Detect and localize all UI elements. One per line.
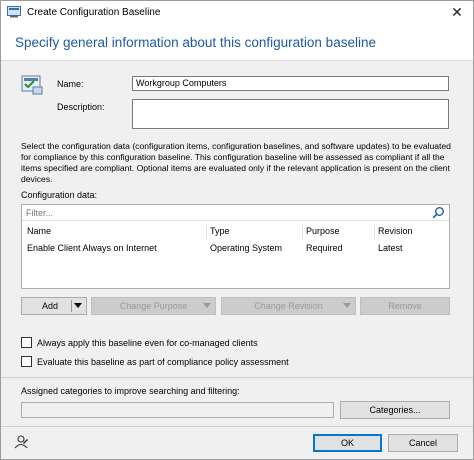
- co-managed-checkbox[interactable]: [21, 337, 32, 348]
- name-field[interactable]: Workgroup Computers: [132, 76, 449, 91]
- app-icon: [7, 6, 21, 18]
- compliance-policy-checkbox[interactable]: [21, 356, 32, 367]
- column-separator: [302, 225, 303, 239]
- search-icon[interactable]: [432, 206, 445, 219]
- wizard-icon: [21, 75, 43, 95]
- description-field[interactable]: [132, 99, 449, 129]
- chevron-down-icon: [203, 303, 211, 308]
- row-revision-cell[interactable]: Latest: [378, 243, 403, 253]
- column-header-purpose[interactable]: Purpose: [306, 226, 340, 236]
- row-name-cell[interactable]: Enable Client Always on Internet: [27, 243, 157, 253]
- add-button-label: Add: [42, 301, 59, 311]
- remove-button-label: Remove: [388, 301, 422, 311]
- configuration-data-label: Configuration data:: [21, 190, 98, 200]
- split-divider: [71, 300, 72, 312]
- change-revision-label: Change Revision: [254, 301, 323, 311]
- ok-button-label: OK: [340, 438, 354, 448]
- column-separator: [206, 225, 207, 239]
- header-band: Specify general information about this c…: [1, 23, 473, 61]
- page-heading: Specify general information about this c…: [15, 35, 376, 50]
- column-header-revision[interactable]: Revision: [378, 226, 413, 236]
- compliance-policy-label[interactable]: Evaluate this baseline as part of compli…: [37, 357, 289, 367]
- categories-field: [21, 402, 334, 418]
- name-label: Name:: [57, 79, 84, 89]
- close-icon[interactable]: ✕: [449, 4, 465, 20]
- dialog-window: Create Configuration Baseline ✕ Specify …: [0, 0, 474, 460]
- filter-row: [22, 205, 449, 221]
- ok-button[interactable]: OK: [313, 434, 382, 452]
- column-header-type[interactable]: Type: [210, 226, 230, 236]
- chevron-down-icon: [343, 303, 351, 308]
- cancel-button[interactable]: Cancel: [388, 434, 458, 452]
- categories-label: Assigned categories to improve searching…: [21, 386, 240, 396]
- categories-button[interactable]: Categories...: [340, 401, 450, 419]
- section-divider: [1, 377, 473, 378]
- window-title: Create Configuration Baseline: [27, 6, 161, 18]
- co-managed-label[interactable]: Always apply this baseline even for co-m…: [37, 338, 258, 348]
- categories-button-label: Categories...: [369, 405, 421, 415]
- filter-input[interactable]: [26, 207, 406, 219]
- footer-divider: [1, 426, 473, 427]
- change-purpose-button[interactable]: Change Purpose: [91, 297, 216, 315]
- change-purpose-label: Change Purpose: [119, 301, 188, 311]
- remove-button[interactable]: Remove: [360, 297, 450, 315]
- add-button[interactable]: Add: [21, 297, 87, 315]
- chevron-down-icon[interactable]: [74, 303, 82, 308]
- change-revision-button[interactable]: Change Revision: [221, 297, 356, 315]
- cancel-button-label: Cancel: [408, 438, 437, 448]
- title-bar: Create Configuration Baseline ✕: [1, 1, 473, 23]
- column-separator: [374, 225, 375, 239]
- column-header-name[interactable]: Name: [27, 226, 51, 236]
- feedback-icon[interactable]: [13, 434, 29, 450]
- configuration-data-grid: Name Type Purpose Revision Enable Client…: [21, 204, 450, 289]
- row-purpose-cell[interactable]: Required: [306, 243, 343, 253]
- description-label: Description:: [57, 102, 105, 112]
- row-type-cell[interactable]: Operating System: [210, 243, 282, 253]
- info-text: Select the configuration data (configura…: [21, 141, 451, 184]
